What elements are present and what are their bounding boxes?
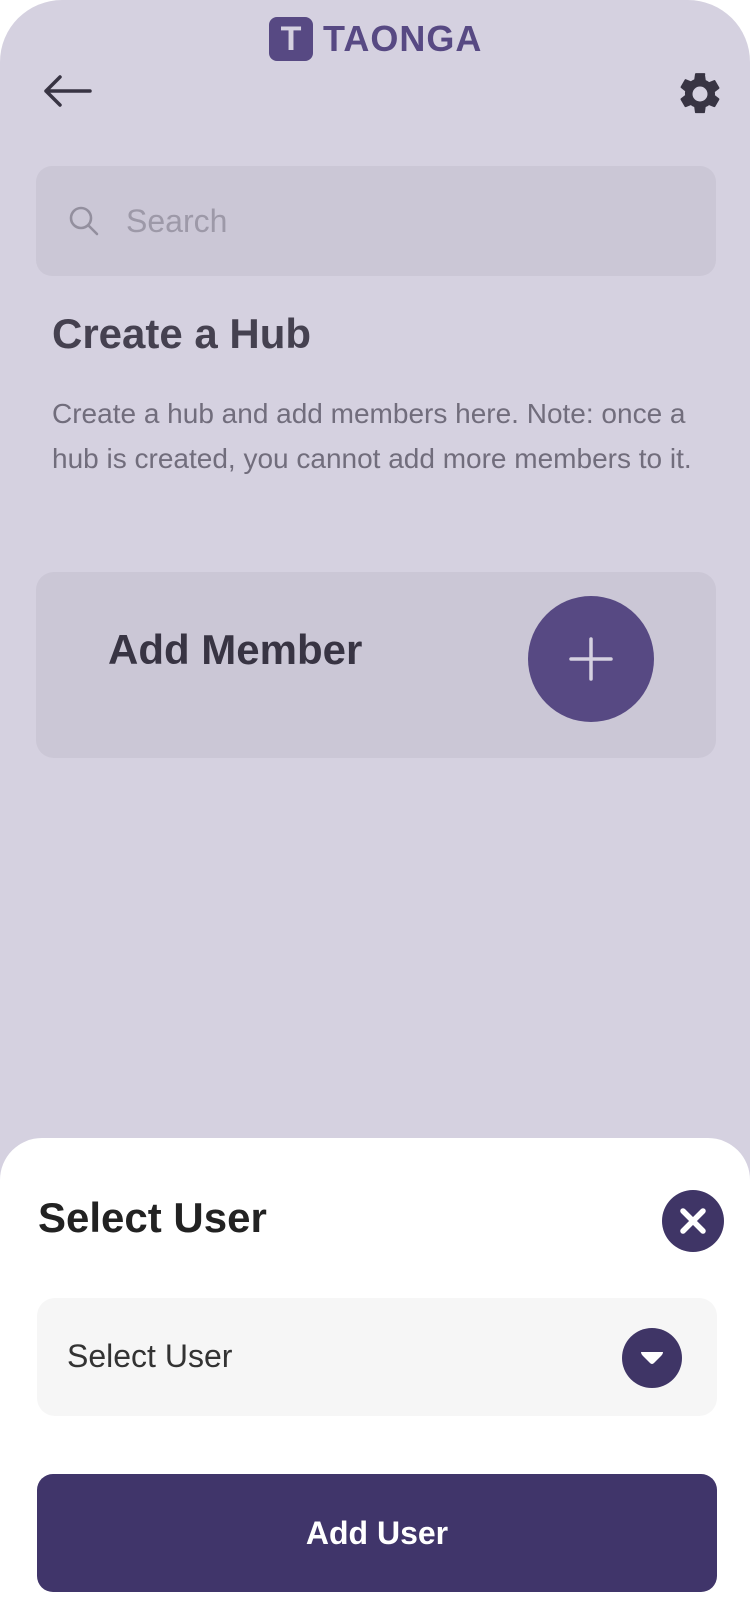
chevron-down-icon bbox=[641, 1352, 663, 1364]
search-box[interactable] bbox=[36, 166, 716, 276]
sheet-title: Select User bbox=[38, 1194, 267, 1241]
hub-description: Create a hub and add members here. Note:… bbox=[52, 398, 692, 474]
page-title: Create a Hub bbox=[52, 310, 312, 357]
add-member-label: Add Member bbox=[108, 626, 363, 673]
add-member-button[interactable] bbox=[528, 596, 654, 722]
logo-letter: T bbox=[280, 20, 302, 58]
plus-icon bbox=[569, 637, 613, 681]
search-input[interactable] bbox=[124, 201, 648, 241]
gear-icon bbox=[680, 73, 720, 114]
add-member-card: Add Member bbox=[36, 572, 716, 758]
settings-button[interactable] bbox=[672, 66, 728, 122]
close-icon bbox=[680, 1208, 706, 1234]
logo-mark: T bbox=[269, 17, 313, 61]
arrow-left-icon bbox=[44, 75, 92, 107]
dropdown-button[interactable] bbox=[622, 1328, 682, 1388]
add-user-button[interactable]: Add User bbox=[37, 1474, 717, 1592]
close-button[interactable] bbox=[662, 1190, 724, 1252]
screen: T TAONGA Create a Hub Create a h bbox=[0, 0, 750, 1624]
search-icon bbox=[66, 203, 102, 239]
select-user-sheet: Select User Select User Add User bbox=[0, 1138, 750, 1624]
logo-text: TAONGA bbox=[323, 18, 483, 59]
logo: T TAONGA bbox=[269, 17, 482, 61]
back-button[interactable] bbox=[38, 66, 96, 116]
user-select-value: Select User bbox=[67, 1338, 233, 1374]
user-select[interactable]: Select User bbox=[37, 1298, 717, 1416]
